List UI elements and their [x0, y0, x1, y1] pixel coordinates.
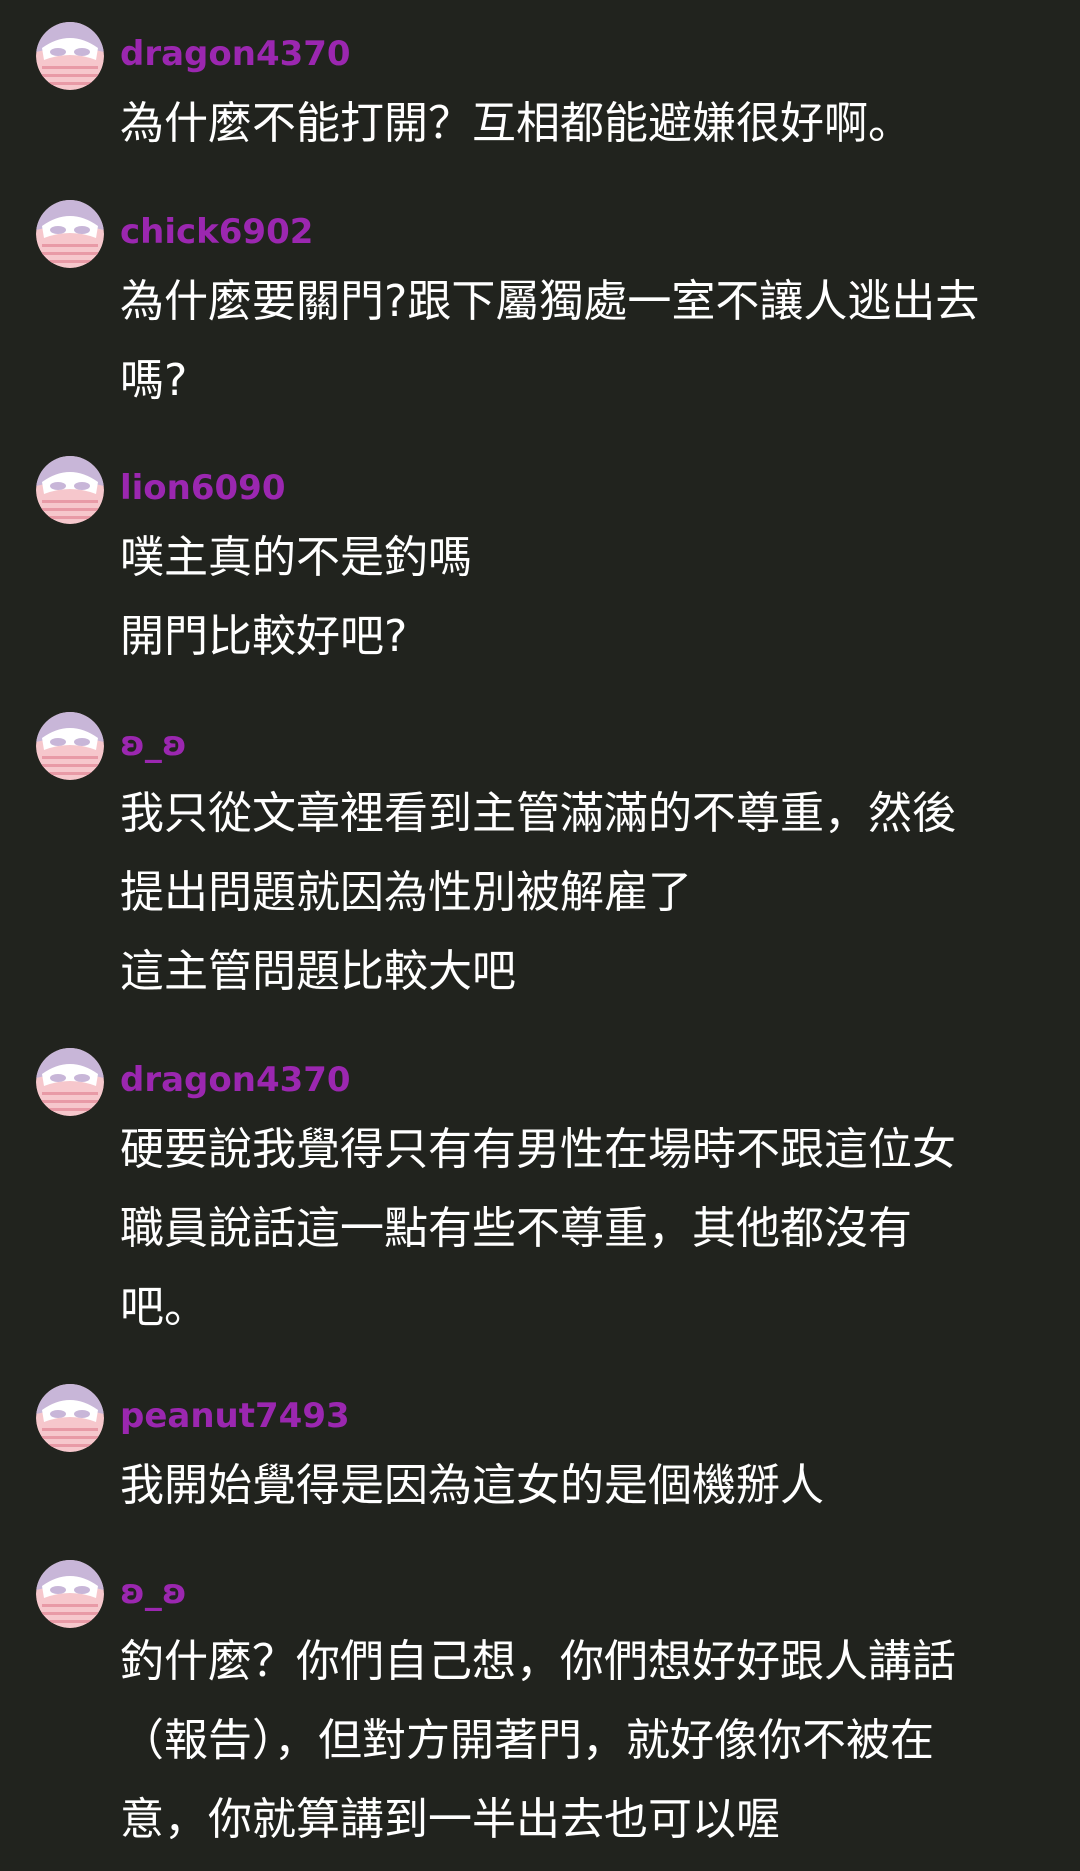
masked-face-avatar-icon[interactable] [36, 712, 104, 780]
masked-face-avatar-icon[interactable] [36, 1048, 104, 1116]
comment-username[interactable]: peanut7493 [120, 1396, 350, 1436]
comment-body: 噗主真的不是釣嗎 開門比較好吧? [120, 518, 1040, 676]
comment-body: 為什麼要關門?跟下屬獨處一室不讓人逃出去 嗎? [120, 262, 1040, 420]
comment-text-line: 職員說話這一點有些不尊重，其他都沒有 [120, 1203, 912, 1254]
comment-text-line: 這主管問題比較大吧 [120, 946, 516, 997]
comment-text-line: 嗎? [120, 355, 188, 406]
comment-body: 我開始覺得是因為這女的是個機掰人 [120, 1446, 1040, 1525]
comment-username[interactable]: ʚ_ʚ [120, 724, 187, 764]
masked-face-avatar-icon[interactable] [36, 200, 104, 268]
comment-text-line: 我只從文章裡看到主管滿滿的不尊重，然後 [120, 788, 956, 839]
comment-text-line: 意，你就算講到一半出去也可以喔 [120, 1794, 780, 1845]
comment-text-line: 為什麼不能打開？互相都能避嫌很好啊。 [120, 98, 912, 149]
comment-text-line: （報告），但對方開著門，就好像你不被在 [120, 1715, 934, 1766]
comment-username[interactable]: chick6902 [120, 212, 313, 252]
masked-face-avatar-icon[interactable] [36, 1560, 104, 1628]
comment-username[interactable]: dragon4370 [120, 34, 351, 74]
comment-text-line: 開門比較好吧? [120, 611, 408, 662]
comment-body: 硬要說我覺得只有有男性在場時不跟這位女 職員說話這一點有些不尊重，其他都沒有 吧… [120, 1110, 1040, 1347]
comment-text-line: 為什麼要關門?跟下屬獨處一室不讓人逃出去 [120, 276, 980, 327]
comment-body: 釣什麼？你們自己想，你們想好好跟人講話 （報告），但對方開著門，就好像你不被在 … [120, 1622, 1040, 1859]
masked-face-avatar-icon[interactable] [36, 22, 104, 90]
masked-face-avatar-icon[interactable] [36, 1384, 104, 1452]
comment-body: 我只從文章裡看到主管滿滿的不尊重，然後 提出問題就因為性別被解雇了 這主管問題比… [120, 774, 1040, 1011]
comment-username[interactable]: dragon4370 [120, 1060, 351, 1100]
comment-text-line: 硬要說我覺得只有有男性在場時不跟這位女 [120, 1124, 956, 1175]
comment-body: 為什麼不能打開？互相都能避嫌很好啊。 [120, 84, 1040, 163]
comment-username[interactable]: lion6090 [120, 468, 286, 508]
comment-text-line: 釣什麼？你們自己想，你們想好好跟人講話 [120, 1636, 956, 1687]
comment-text-line: 我開始覺得是因為這女的是個機掰人 [120, 1460, 824, 1511]
masked-face-avatar-icon[interactable] [36, 456, 104, 524]
comment-username[interactable]: ʚ_ʚ [120, 1572, 187, 1612]
comment-text-line: 吧。 [120, 1282, 208, 1333]
comment-text-line: 噗主真的不是釣嗎 [120, 532, 472, 583]
comment-text-line: 提出問題就因為性別被解雇了 [120, 867, 692, 918]
